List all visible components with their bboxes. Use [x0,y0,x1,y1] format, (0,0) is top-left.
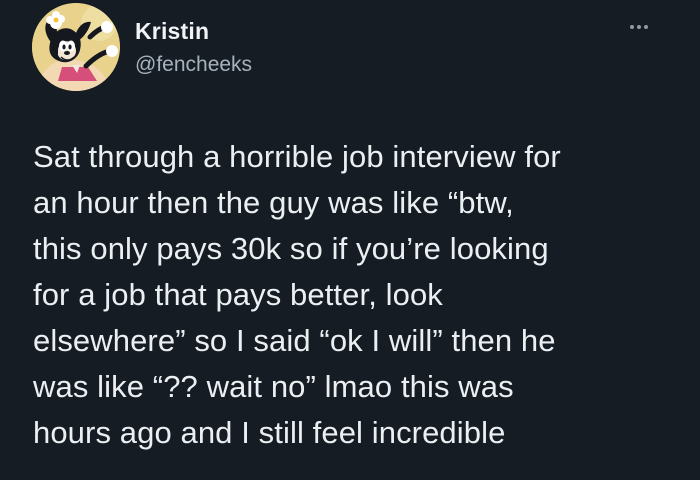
avatar-image [32,3,120,91]
tweet-text-line: this only pays 30k so if you’re looking [33,231,549,266]
tweet-text-line: hours ago and I still feel incredible [33,415,506,450]
tweet-text: Sat through a horrible job interview for… [33,134,683,456]
tweet-text-line: elsewhere” so I said “ok I will” then he [33,323,556,358]
more-dot [630,25,634,29]
tweet-text-line: for a job that pays better, look [33,277,443,312]
tweet-card: Kristin @fencheeks Sat through a horribl… [0,0,700,480]
more-dot [637,25,641,29]
more-horizontal-icon[interactable] [622,18,656,36]
tweet-text-line: an hour then the guy was like “btw, [33,185,514,220]
author-handle[interactable]: @fencheeks [135,53,252,77]
tweet-text-line: was like “?? wait no” lmao this was [33,369,514,404]
tweet-text-line: Sat through a horrible job interview for [33,139,561,174]
author-display-name[interactable]: Kristin [135,18,209,45]
avatar[interactable] [32,3,120,91]
more-dot [644,25,648,29]
